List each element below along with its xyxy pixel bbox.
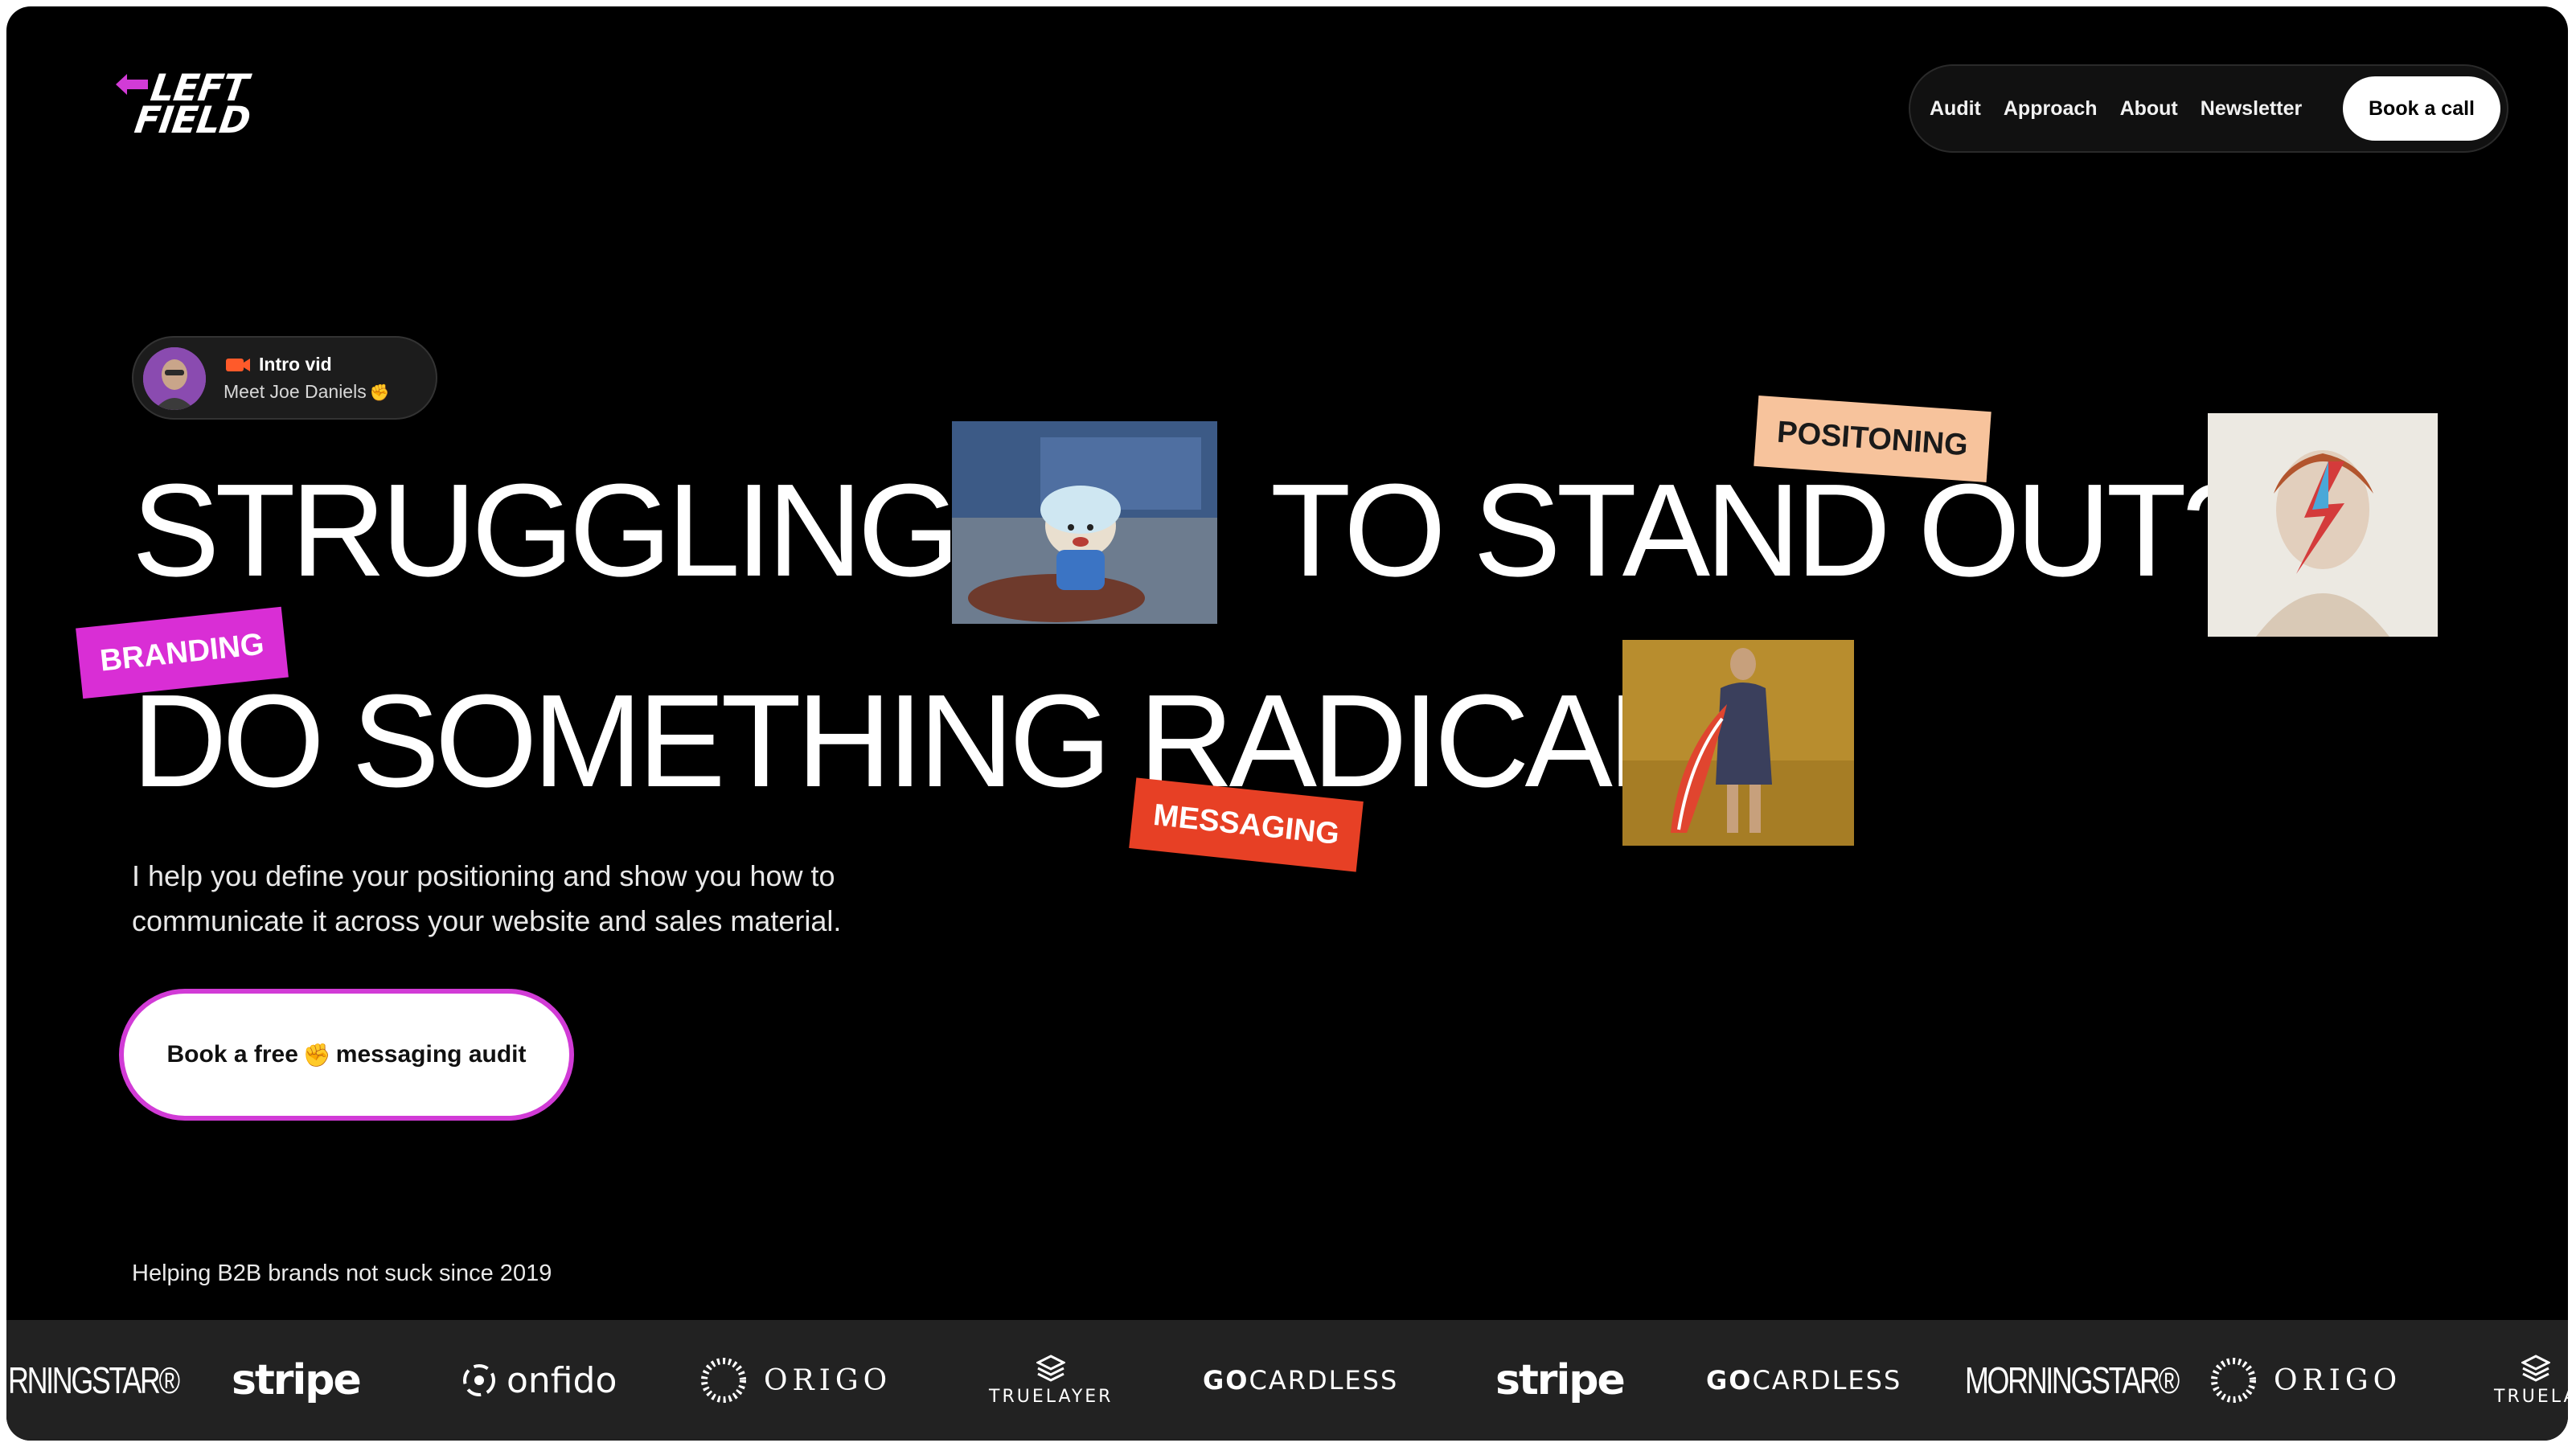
- truelayer-mark-icon: [1036, 1354, 1066, 1382]
- truelayer-logo: TRUELAYER: [989, 1320, 1113, 1441]
- morningstar-logo-2: MORNINGSTAR®: [1965, 1359, 2180, 1401]
- morningstar-logo: RNINGSTAR®: [8, 1359, 180, 1401]
- headline-radical: DO SOMETHING RADICAL: [132, 667, 1681, 814]
- origo-logo: ORIGO: [699, 1320, 892, 1441]
- fist-emoji-icon: ✊: [369, 384, 390, 402]
- client-logo-strip: RNINGSTAR® stripe onfido ORIGO TRUELAYER: [6, 1320, 2568, 1441]
- site-logo[interactable]: LEFT FIELD: [113, 64, 273, 153]
- logo-text-field: FIELD: [132, 98, 253, 141]
- cta-label-start: Book a free: [166, 1041, 298, 1068]
- origo-ring-icon: [2211, 1358, 2256, 1403]
- nav-link-audit[interactable]: Audit: [1918, 97, 1992, 121]
- onfido-logo: onfido: [461, 1320, 617, 1441]
- portrait-image: [2208, 413, 2438, 637]
- fist-emoji-icon: ✊: [302, 1042, 331, 1068]
- book-audit-button[interactable]: Book a free ✊ messaging audit: [119, 989, 574, 1121]
- nav-link-approach[interactable]: Approach: [1992, 97, 2109, 121]
- origo-logo-2: ORIGO: [2209, 1320, 2402, 1441]
- arrow-left-icon: [116, 74, 148, 95]
- headline-stand-out: TO STAND OUT?: [1270, 457, 2255, 604]
- book-call-button[interactable]: Book a call: [2343, 76, 2500, 141]
- nav-link-newsletter[interactable]: Newsletter: [2189, 97, 2313, 121]
- hero-description: I help you define your positioning and s…: [132, 859, 842, 937]
- stripe-logo-2: stripe: [1495, 1356, 1626, 1404]
- nav-link-about[interactable]: About: [2109, 97, 2189, 121]
- onfido-mark-icon: [463, 1364, 495, 1396]
- video-camera-icon: [226, 359, 250, 371]
- cartoon-crying-baby-image: [952, 421, 1217, 624]
- intro-title: Intro vid: [259, 354, 332, 375]
- truelayer-logo-2: TRUELA: [2494, 1320, 2568, 1441]
- avatar: [143, 347, 206, 410]
- main-nav: Audit Approach About Newsletter Book a c…: [1909, 64, 2508, 153]
- intro-subtitle: Meet Joe Daniels ✊: [224, 381, 390, 402]
- tagline: Helping B2B brands not suck since 2019: [132, 1260, 552, 1286]
- surfer-photo-image: [1622, 640, 1854, 846]
- headline-struggling: STRUGGLING: [132, 457, 960, 604]
- gocardless-logo-2: GO CARDLESS: [1706, 1365, 1902, 1396]
- cta-label-end: messaging audit: [335, 1041, 527, 1068]
- intro-video-pill[interactable]: Intro vid Meet Joe Daniels ✊: [132, 336, 437, 420]
- gocardless-logo: GO CARDLESS: [1203, 1365, 1399, 1396]
- truelayer-mark-icon: [2521, 1354, 2551, 1382]
- stripe-logo: stripe: [232, 1356, 362, 1404]
- origo-ring-icon: [701, 1358, 746, 1403]
- page-frame: LEFT FIELD Audit Approach About Newslett…: [6, 6, 2568, 1441]
